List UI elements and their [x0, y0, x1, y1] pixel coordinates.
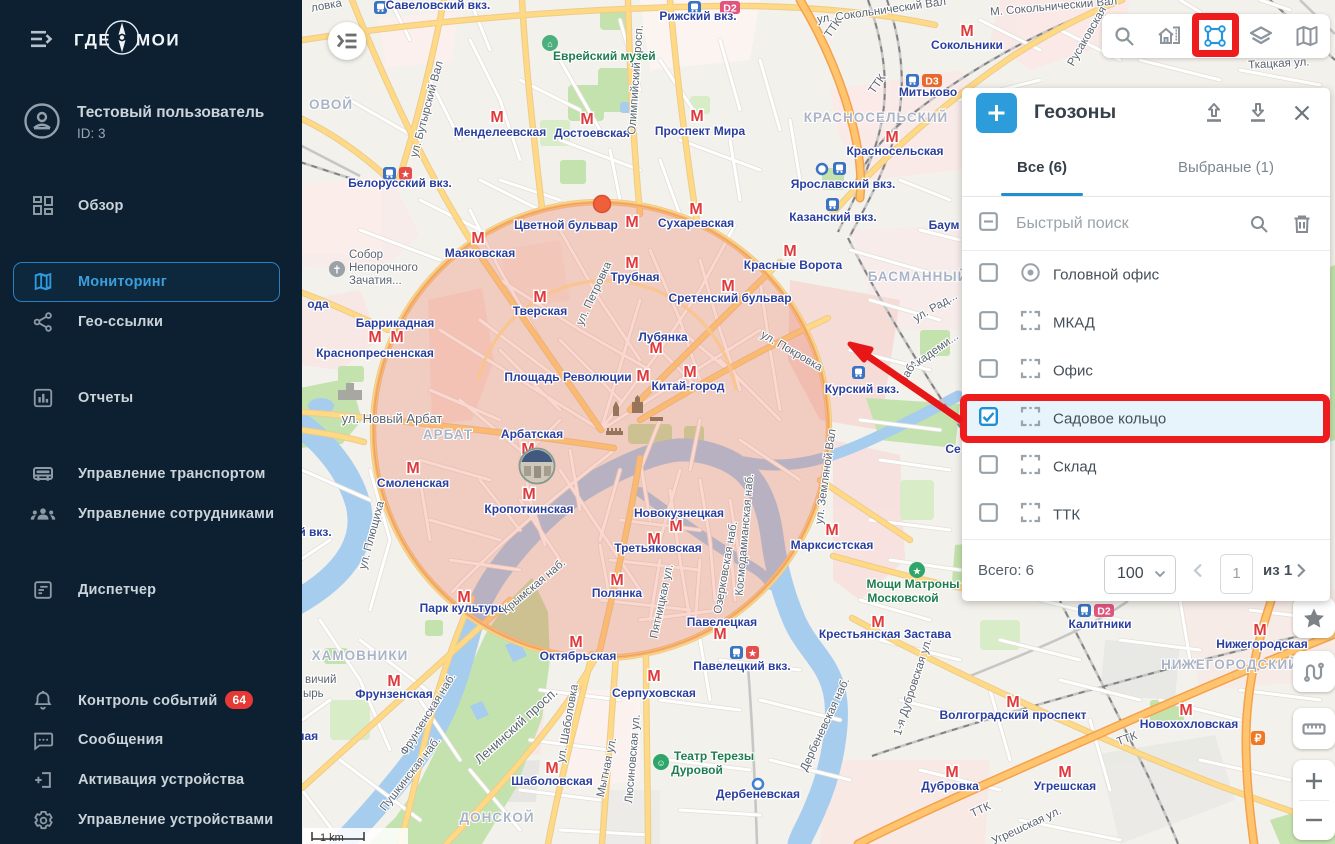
svg-text:М: М: [471, 230, 484, 247]
svg-text:₽: ₽: [1255, 733, 1262, 745]
svg-text:Баррикадная: Баррикадная: [356, 316, 435, 330]
svg-text:Новокузнецкая: Новокузнецкая: [634, 506, 724, 520]
svg-text:Калитники: Калитники: [1068, 617, 1131, 631]
svg-text:НИЖЕГОРОДСКИЙ: НИЖЕГОРОДСКИЙ: [1161, 657, 1299, 672]
svg-text:Волгоградский проспект: Волгоградский проспект: [940, 708, 1087, 722]
svg-text:Еврейский музей: Еврейский музей: [553, 49, 656, 63]
svg-text:Арбатская: Арбатская: [501, 427, 563, 441]
svg-text:ДОНСКОЙ: ДОНСКОЙ: [459, 810, 534, 825]
svg-text:БАСМАННЫЙ: БАСМАННЫЙ: [868, 269, 969, 284]
svg-text:Нижегородская: Нижегородская: [1216, 637, 1308, 651]
svg-text:Проспект Мира: Проспект Мира: [655, 124, 746, 138]
svg-text:М: М: [690, 108, 703, 125]
svg-text:ХАМОВНИКИ: ХАМОВНИКИ: [312, 648, 409, 663]
svg-text:☺: ☺: [656, 758, 665, 768]
svg-text:1 km: 1 km: [320, 832, 344, 844]
svg-text:Мощи Матроны: Мощи Матроны: [866, 577, 959, 591]
svg-text:Павелецкий вкз.: Павелецкий вкз.: [693, 659, 790, 673]
svg-text:Кропоткинская: Кропоткинская: [484, 502, 573, 516]
svg-text:Третьяковская: Третьяковская: [614, 541, 702, 555]
svg-text:Цветной бульвар: Цветной бульвар: [514, 218, 618, 232]
svg-text:Сокольники: Сокольники: [931, 38, 1003, 52]
svg-text:Белорусский вкз.: Белорусский вкз.: [348, 176, 452, 190]
svg-text:Краснопресненская: Краснопресненская: [316, 346, 434, 360]
svg-text:Площадь Революции: Площадь Революции: [504, 370, 631, 384]
svg-text:Серпуховская: Серпуховская: [612, 686, 696, 700]
svg-text:М: М: [669, 518, 682, 535]
svg-text:Павелецкая: Павелецкая: [687, 615, 757, 629]
svg-text:Рижский вкз.: Рижский вкз.: [659, 9, 736, 23]
svg-text:Парк культуры: Парк культуры: [420, 601, 509, 615]
svg-text:ул. Новый Арбат: ул. Новый Арбат: [342, 411, 443, 426]
svg-text:Дербеневская: Дербеневская: [716, 787, 800, 801]
svg-text:★: ★: [913, 567, 922, 578]
svg-text:Сухаревская: Сухаревская: [658, 216, 734, 230]
svg-text:⌂: ⌂: [547, 39, 552, 49]
svg-text:Полянка: Полянка: [592, 586, 643, 600]
svg-text:Красносельская: Красносельская: [846, 144, 943, 158]
svg-text:АРБАТ: АРБАТ: [423, 427, 473, 442]
svg-text:Театр Терезы: Театр Терезы: [674, 749, 754, 763]
svg-text:Сретенский бульвар: Сретенский бульвар: [668, 291, 791, 305]
svg-text:Крестьянская Застава: Крестьянская Застава: [819, 627, 952, 641]
svg-text:МОИ: МОИ: [136, 31, 180, 50]
svg-text:КРАСНОСЕЛЬСКИЙ: КРАСНОСЕЛЬСКИЙ: [804, 110, 948, 125]
svg-text:Трубная: Трубная: [610, 270, 659, 284]
svg-text:Ярославский вкз.: Ярославский вкз.: [791, 177, 896, 191]
svg-text:ОВОЙ: ОВОЙ: [309, 97, 353, 112]
svg-text:М: М: [522, 486, 535, 503]
svg-text:ода: ода: [307, 297, 329, 311]
svg-text:вичий: вичий: [305, 674, 336, 686]
svg-text:Тверская: Тверская: [513, 304, 567, 318]
svg-text:Баум: Баум: [929, 218, 960, 232]
svg-text:Савеловский вкз.: Савеловский вкз.: [386, 0, 491, 12]
svg-text:Новохохловская: Новохохловская: [1140, 717, 1239, 731]
svg-text:Марксистская: Марксистская: [791, 538, 874, 552]
svg-text:Собор: Собор: [349, 249, 383, 261]
svg-text:Китай-город: Китай-город: [652, 379, 725, 393]
svg-text:Достоевская: Достоевская: [554, 126, 630, 140]
svg-text:Октябрьская: Октябрьская: [540, 649, 617, 663]
svg-text:Непорочного: Непорочного: [349, 262, 418, 274]
svg-text:Шаболовская: Шаболовская: [511, 774, 592, 788]
svg-text:Се: Се: [945, 442, 961, 456]
svg-text:Московской: Московской: [867, 591, 938, 605]
svg-text:М: М: [368, 329, 381, 346]
svg-text:Зачатия...: Зачатия...: [349, 275, 402, 287]
svg-text:ырь: ырь: [303, 688, 324, 700]
svg-text:★: ★: [748, 649, 757, 660]
svg-text:М: М: [490, 109, 503, 126]
svg-text:Лубянка: Лубянка: [638, 330, 688, 344]
svg-text:Дуровой: Дуровой: [671, 763, 723, 777]
svg-text:Митьково: Митьково: [899, 85, 957, 99]
svg-text:Угрешская: Угрешская: [1034, 779, 1096, 793]
svg-text:М: М: [625, 214, 638, 231]
svg-text:✝: ✝: [332, 265, 341, 277]
svg-text:Менделеевская: Менделеевская: [454, 125, 546, 139]
svg-text:М: М: [647, 668, 660, 685]
svg-text:М: М: [406, 460, 419, 477]
svg-text:Маяковская: Маяковская: [445, 246, 515, 260]
svg-text:Фрунзенская: Фрунзенская: [355, 687, 432, 701]
svg-text:М: М: [390, 329, 403, 346]
svg-text:М: М: [636, 368, 649, 385]
svg-text:Смоленская: Смоленская: [377, 476, 449, 490]
svg-text:Казанский вкз.: Казанский вкз.: [789, 210, 876, 224]
svg-text:Дубровка: Дубровка: [921, 779, 979, 793]
svg-text:Красные Ворота: Красные Ворота: [744, 258, 843, 272]
svg-text:М: М: [825, 522, 838, 539]
svg-text:D2: D2: [1097, 606, 1111, 618]
